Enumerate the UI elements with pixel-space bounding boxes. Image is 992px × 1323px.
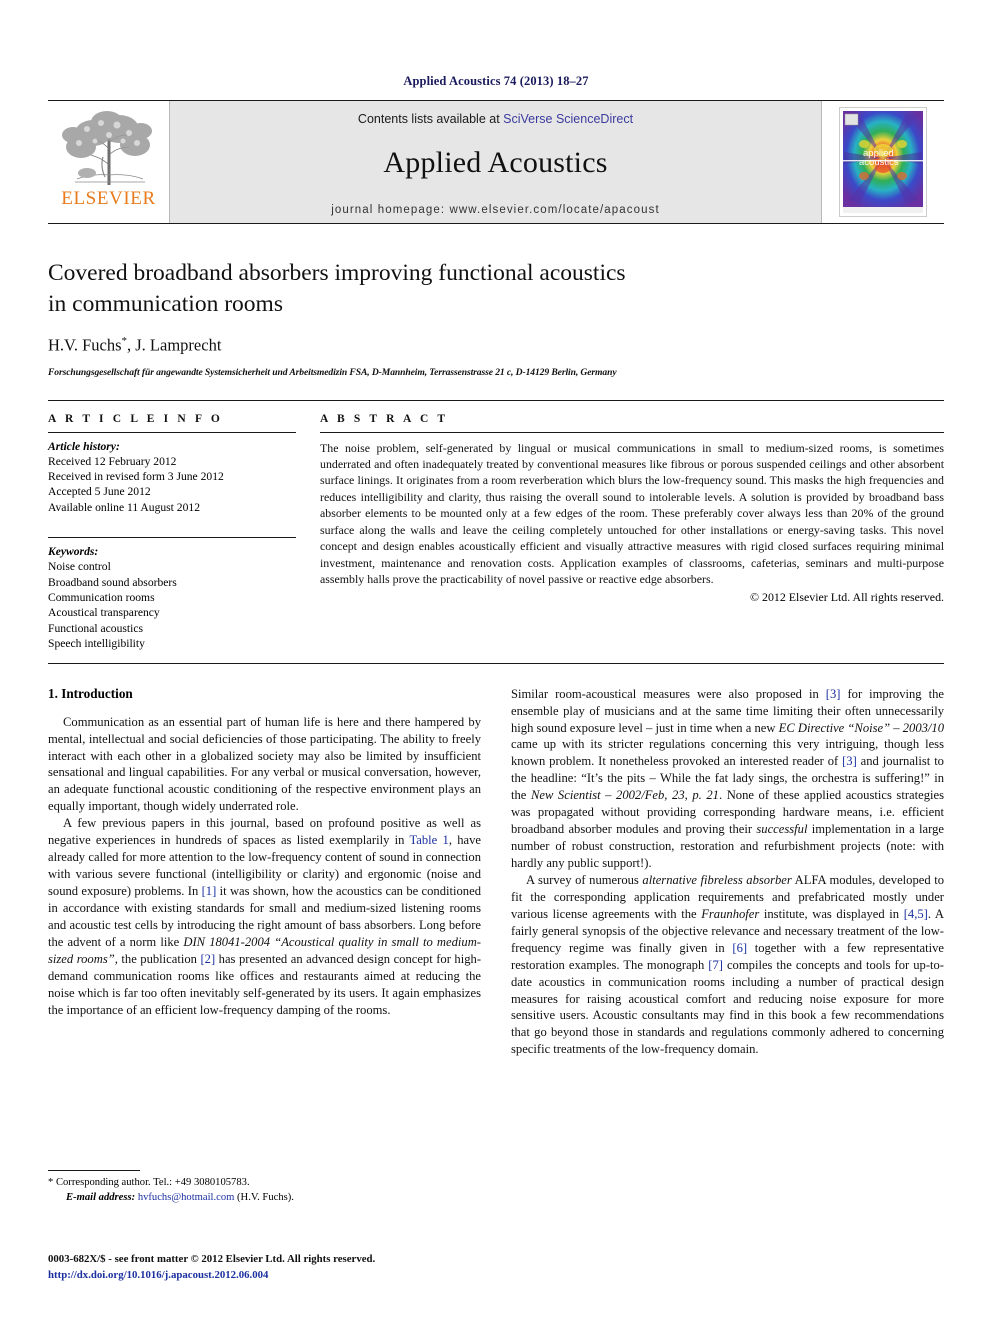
paragraph-text: institute, was displayed in	[759, 906, 904, 921]
email-owner: (H.V. Fuchs).	[234, 1192, 294, 1204]
fraunhofer-name: Fraunhofer	[701, 906, 760, 921]
paragraph-text: , the publication	[114, 951, 201, 966]
contents-available-line: Contents lists available at SciVerse Sci…	[358, 112, 633, 126]
elsevier-wordmark: ELSEVIER	[61, 188, 156, 209]
keywords-label: Keywords:	[48, 545, 99, 559]
keyword-item: Communication rooms	[48, 591, 155, 605]
paragraph-text: A survey of numerous	[526, 872, 643, 887]
abstract-heading: A B S T R A C T	[320, 412, 449, 425]
journal-masthead: ELSEVIER Contents lists available at Sci…	[48, 100, 944, 224]
citation-link-7[interactable]: [7]	[708, 958, 723, 972]
keyword-item: Noise control	[48, 560, 111, 574]
elsevier-logo: ELSEVIER	[48, 101, 170, 223]
divider	[48, 537, 296, 539]
emphasis-successful: successful	[756, 822, 808, 837]
body-column-right: Similar room-acoustical measures were al…	[511, 686, 944, 1186]
citation-link-3b[interactable]: [3]	[842, 754, 857, 768]
keyword-item: Functional acoustics	[48, 621, 143, 635]
footnote-text: Corresponding author. Tel.: +49 30801057…	[53, 1177, 250, 1189]
abstract-copyright: © 2012 Elsevier Ltd. All rights reserved…	[750, 590, 944, 605]
keyword-item: Speech intelligibility	[48, 637, 145, 651]
citation-link-1[interactable]: [1]	[202, 884, 217, 898]
paragraph: Communication as an essential part of hu…	[48, 714, 481, 814]
footnote-email: E-mail address: hvfuchs@hotmail.com (H.V…	[48, 1191, 481, 1206]
svg-text:acoustics: acoustics	[859, 157, 899, 168]
paragraph: A survey of numerous alternative fibrele…	[511, 872, 944, 1058]
article-history-label: Article history:	[48, 439, 120, 453]
elsevier-tree-icon	[61, 111, 152, 185]
abstract-text: The noise problem, self-generated by lin…	[320, 440, 944, 586]
abstract-column: A B S T R A C T The noise problem, self-…	[320, 413, 944, 652]
masthead-center: Contents lists available at SciVerse Sci…	[170, 101, 821, 223]
email-link[interactable]: hvfuchs@hotmail.com	[138, 1192, 235, 1203]
paper-page: Applied Acoustics 74 (2013) 18–27 ELSEVI…	[0, 0, 992, 1323]
author-secondary: , J. Lamprecht	[127, 335, 222, 355]
new-scientist-ref: New Scientist – 2002/Feb, 23, p. 21	[530, 788, 719, 803]
footnote-block: * Corresponding author. Tel.: +49 308010…	[48, 1170, 481, 1205]
body-columns: 1. Introduction Communication as an esse…	[48, 685, 944, 1203]
author-primary: H.V. Fuchs	[48, 335, 122, 355]
citation-link-2[interactable]: [2]	[200, 952, 215, 966]
masthead-right: applied acoustics	[821, 101, 944, 223]
footnote-rule	[48, 1170, 140, 1172]
article-title: Covered broadband absorbers improving fu…	[48, 258, 944, 319]
citation-link-45[interactable]: [4,5]	[904, 907, 928, 921]
journal-cover-thumbnail: applied acoustics	[839, 107, 927, 217]
email-label: E-mail address:	[66, 1192, 136, 1204]
sciencedirect-link[interactable]: SciVerse ScienceDirect	[503, 112, 633, 126]
section-title-introduction: 1. Introduction	[48, 685, 133, 701]
paragraph: A few previous papers in this journal, b…	[48, 815, 481, 1018]
article-info-heading: A R T I C L E I N F O	[48, 412, 223, 425]
citation-link-6[interactable]: [6]	[732, 941, 747, 955]
keyword-item: Broadband sound absorbers	[48, 575, 177, 589]
running-head: Applied Acoustics 74 (2013) 18–27	[403, 74, 589, 88]
journal-title: Applied Acoustics	[383, 146, 608, 179]
citation-link-3[interactable]: [3]	[826, 687, 841, 701]
alfa-expansion: alternative fibreless absorber	[642, 872, 792, 887]
history-revised: Received in revised form 3 June 2012	[48, 470, 224, 483]
divider	[48, 431, 296, 433]
history-accepted: Accepted 5 June 2012	[48, 485, 151, 499]
affiliation: Forschungsgesellschaft für angewandte Sy…	[48, 366, 617, 378]
article-title-line2: in communication rooms	[48, 290, 283, 317]
article-title-line1: Covered broadband absorbers improving fu…	[48, 260, 626, 286]
doi-link[interactable]: http://dx.doi.org/10.1016/j.apacoust.201…	[48, 1268, 375, 1284]
divider	[320, 431, 944, 433]
footnote-corresponding-author: * Corresponding author. Tel.: +49 308010…	[48, 1176, 481, 1191]
history-received: Received 12 February 2012	[48, 454, 177, 468]
body-column-left: 1. Introduction Communication as an esse…	[48, 685, 481, 1203]
keyword-item: Acoustical transparency	[48, 606, 160, 620]
title-block: Covered broadband absorbers improving fu…	[48, 258, 944, 378]
page-footer: 0003-682X/$ - see front matter © 2012 El…	[48, 1252, 375, 1283]
contents-prefix: Contents lists available at	[357, 112, 504, 126]
article-info-column: A R T I C L E I N F O Article history: R…	[48, 413, 296, 652]
issn-copyright-line: 0003-682X/$ - see front matter © 2012 El…	[48, 1253, 376, 1265]
paragraph: Similar room-acoustical measures were al…	[511, 686, 944, 872]
paragraph-text: Similar room-acoustical measures were al…	[511, 686, 826, 701]
paragraph-text: compiles the concepts and tools for up-t…	[511, 957, 945, 1057]
author-list: H.V. Fuchs*, J. Lamprecht	[48, 335, 944, 356]
keywords-block: Keywords: Noise control Broadband sound …	[48, 537, 296, 651]
history-online: Available online 11 August 2012	[48, 500, 200, 514]
table-1-link[interactable]: Table 1	[409, 833, 448, 847]
info-abstract-block: A R T I C L E I N F O Article history: R…	[48, 399, 944, 652]
ec-directive-title: EC Directive “Noise” – 2003/10	[778, 720, 945, 735]
journal-homepage-link[interactable]: journal homepage: www.elsevier.com/locat…	[331, 204, 660, 216]
divider	[48, 662, 944, 664]
